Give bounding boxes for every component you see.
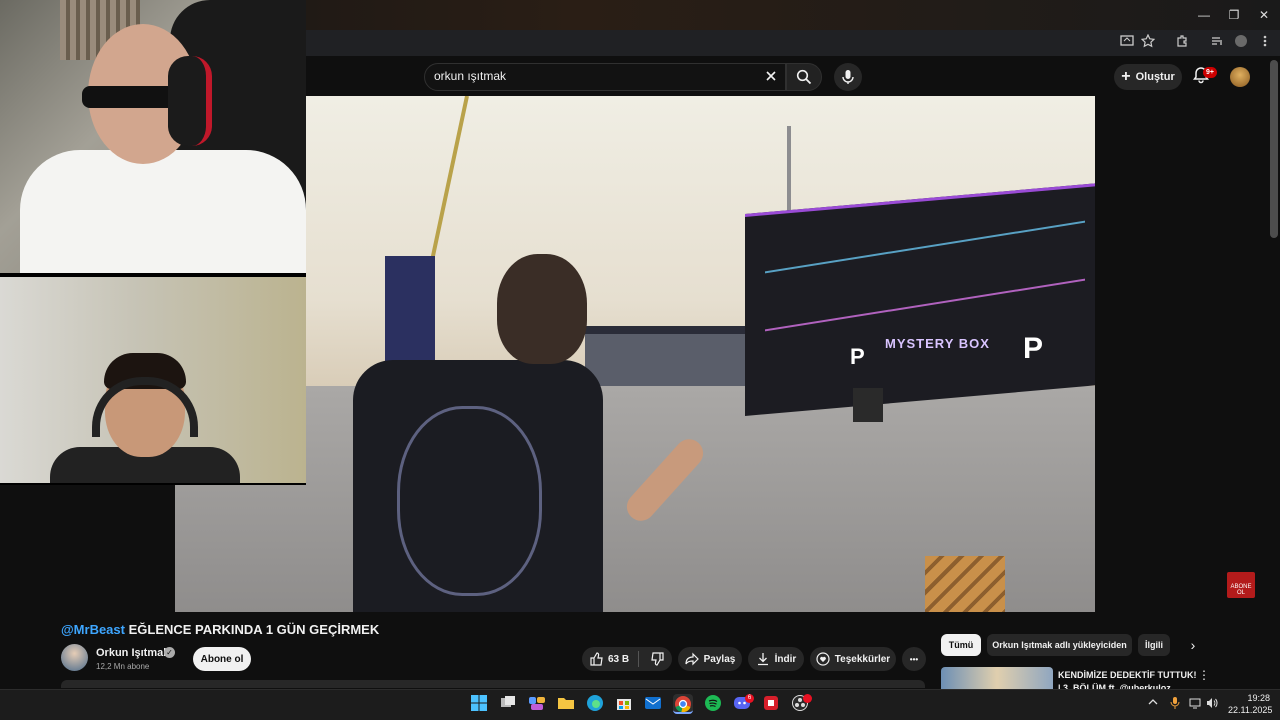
subscribe-watermark[interactable]: ABONE OL bbox=[1227, 572, 1255, 598]
profile-icon[interactable] bbox=[1232, 34, 1250, 52]
volume-icon[interactable] bbox=[1206, 697, 1218, 712]
account-avatar[interactable] bbox=[1230, 67, 1250, 87]
webcam-headphones bbox=[168, 56, 212, 146]
subscriber-count: 12,2 Mn abone bbox=[96, 662, 150, 671]
like-dislike-group: 63 B bbox=[582, 647, 672, 671]
video-scene-person-head bbox=[497, 254, 587, 364]
dislike-button[interactable] bbox=[650, 652, 664, 666]
share-arrow-icon bbox=[685, 652, 699, 666]
video-scene-shirt-print bbox=[397, 406, 542, 596]
channel-name[interactable]: Orkun Işıtmak bbox=[96, 647, 169, 659]
video-scene-logo: P bbox=[850, 344, 865, 369]
subscribe-label: Abone ol bbox=[200, 653, 244, 665]
webcam-streamer-shirt bbox=[20, 150, 306, 273]
red-app-icon[interactable] bbox=[762, 694, 782, 714]
verified-badge-icon: ✓ bbox=[164, 647, 175, 658]
thumbs-up-icon bbox=[590, 652, 603, 666]
like-divider bbox=[638, 651, 639, 667]
subscribe-button[interactable]: Abone ol bbox=[193, 647, 251, 671]
share-button[interactable]: Paylaş bbox=[678, 647, 742, 671]
search-icon bbox=[796, 69, 812, 85]
download-label: İndir bbox=[774, 653, 797, 665]
discord-badge: 6 bbox=[745, 694, 754, 703]
search-button[interactable] bbox=[786, 63, 822, 91]
video-player[interactable]: P MYSTERY BOX P bbox=[175, 96, 1095, 612]
close-window-button[interactable]: ✕ bbox=[1254, 6, 1274, 24]
video-scene-trash-bin bbox=[853, 388, 883, 422]
microphone-icon bbox=[842, 70, 854, 84]
file-explorer-icon[interactable] bbox=[557, 694, 577, 714]
chevron-right-icon[interactable]: › bbox=[1184, 636, 1202, 654]
video-scene-tent bbox=[585, 326, 745, 386]
webcam-overlay-bottom bbox=[0, 277, 306, 485]
taskbar-clock-date[interactable]: 22.11.2025 bbox=[1228, 705, 1272, 715]
create-label: Oluştur bbox=[1135, 71, 1175, 83]
spotify-icon[interactable] bbox=[704, 694, 724, 714]
download-icon bbox=[757, 653, 768, 666]
clear-search-icon[interactable] bbox=[762, 66, 780, 86]
task-view-icon[interactable] bbox=[499, 694, 519, 714]
thumbs-down-icon bbox=[651, 652, 664, 666]
more-actions-button[interactable]: ••• bbox=[902, 647, 926, 671]
share-label: Paylaş bbox=[703, 653, 736, 665]
mail-icon[interactable] bbox=[644, 694, 664, 714]
video-scene-banner bbox=[385, 256, 435, 366]
cast-icon[interactable] bbox=[1118, 34, 1136, 52]
title-mention-link[interactable]: @MrBeast bbox=[61, 622, 125, 637]
tray-overflow-chevron-icon[interactable] bbox=[1148, 697, 1158, 710]
video-title: @MrBeast EĞLENCE PARKINDA 1 GÜN GEÇİRMEK bbox=[61, 622, 379, 637]
voice-search-button[interactable] bbox=[834, 63, 862, 91]
edge-browser-icon[interactable] bbox=[586, 694, 606, 714]
microsoft-store-icon[interactable] bbox=[615, 694, 635, 714]
windows-taskbar bbox=[0, 689, 1280, 720]
taskbar-clock-time[interactable]: 19:28 bbox=[1242, 693, 1270, 703]
recommended-video-thumbnail[interactable] bbox=[941, 667, 1053, 689]
recommended-video-menu-icon[interactable]: ⋮ bbox=[1198, 668, 1210, 682]
search-query: orkun ışıtmak bbox=[434, 69, 507, 83]
widgets-icon[interactable] bbox=[528, 694, 548, 714]
windows-start-icon[interactable] bbox=[470, 694, 490, 714]
thanks-heart-icon bbox=[816, 652, 830, 666]
webcam-sunglasses bbox=[82, 86, 182, 108]
like-button[interactable]: 63 B bbox=[590, 652, 629, 666]
extensions-icon[interactable] bbox=[1173, 34, 1191, 52]
notifications-badge: 9+ bbox=[1203, 67, 1217, 78]
bookmark-star-icon[interactable] bbox=[1139, 33, 1157, 52]
thanks-label: Teşekkürler bbox=[834, 653, 891, 665]
description-box[interactable] bbox=[61, 680, 925, 688]
thanks-button[interactable]: Teşekkürler bbox=[810, 647, 896, 671]
browser-menu-icon[interactable] bbox=[1256, 34, 1274, 52]
maximize-button[interactable]: ❐ bbox=[1224, 6, 1244, 24]
chip-all[interactable]: Tümü bbox=[941, 634, 981, 656]
channel-avatar[interactable] bbox=[61, 644, 88, 671]
video-scene-bench bbox=[925, 556, 1005, 612]
plus-icon: + bbox=[1121, 68, 1131, 85]
recording-indicator bbox=[803, 694, 812, 703]
tray-microphone-icon[interactable] bbox=[1170, 697, 1180, 712]
create-button[interactable]: + Oluştur bbox=[1114, 64, 1182, 90]
more-dots-icon: ••• bbox=[909, 654, 919, 664]
recommended-video-title[interactable]: KENDİMİZE DEDEKTİF TUTTUK! | 3. BÖLÜM ft… bbox=[1058, 669, 1198, 689]
chrome-taskbar-icon[interactable] bbox=[673, 694, 693, 714]
video-scene-logo-large: P bbox=[1023, 332, 1044, 365]
video-scene-sign: MYSTERY BOX bbox=[885, 336, 990, 351]
chip-related[interactable]: İlgili bbox=[1138, 634, 1170, 656]
chip-uploader[interactable]: Orkun Işıtmak adlı yükleyiciden bbox=[987, 634, 1132, 656]
title-text: EĞLENCE PARKINDA 1 GÜN GEÇİRMEK bbox=[124, 622, 380, 637]
network-icon[interactable] bbox=[1189, 697, 1201, 712]
minimize-button[interactable]: — bbox=[1194, 6, 1214, 24]
download-button[interactable]: İndir bbox=[748, 647, 804, 671]
page-scrollbar[interactable] bbox=[1270, 60, 1278, 238]
media-queue-icon[interactable] bbox=[1208, 34, 1226, 52]
like-count: 63 B bbox=[608, 653, 630, 665]
webcam-overlay-top bbox=[0, 0, 306, 273]
